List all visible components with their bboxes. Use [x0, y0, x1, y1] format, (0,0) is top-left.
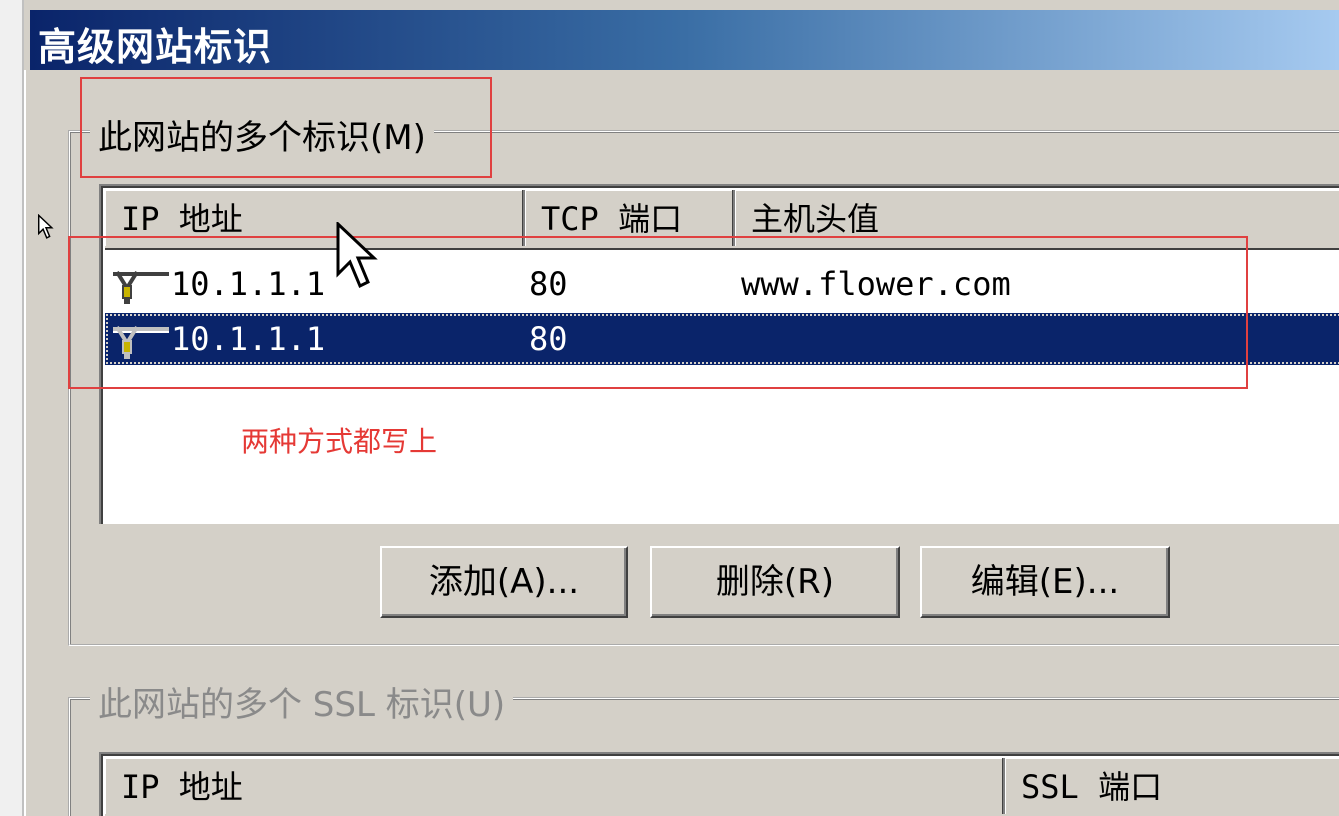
mouse-pointer-icon — [38, 214, 54, 239]
window-edge — [24, 70, 26, 816]
remove-button[interactable]: 删除(R) — [650, 546, 900, 618]
add-button[interactable]: 添加(A)... — [380, 546, 628, 618]
title-bar[interactable]: 高级网站标识 — [30, 10, 1339, 70]
annotation-box-rows — [68, 236, 1248, 389]
mouse-pointer-icon — [336, 222, 378, 289]
column-header-ssl-port[interactable]: SSL 端口 — [1005, 758, 1339, 814]
ssl-identities-list[interactable]: IP 地址 SSL 端口 — [99, 752, 1339, 816]
dialog-window: 高级网站标识 此网站的多个标识(M) IP 地址 TCP 端口 主机头值 10.… — [0, 0, 1339, 816]
column-header-ssl-ip[interactable]: IP 地址 — [105, 758, 1005, 814]
ssl-identities-group-label: 此网站的多个 SSL 标识(U) — [90, 677, 514, 726]
left-background-strip — [0, 0, 24, 816]
ssl-list-header: IP 地址 SSL 端口 — [105, 758, 1339, 816]
edit-button[interactable]: 编辑(E)... — [920, 546, 1170, 618]
annotation-box-group-label — [80, 77, 492, 178]
window-title: 高级网站标识 — [38, 25, 273, 69]
annotation-note: 两种方式都写上 — [241, 425, 438, 458]
